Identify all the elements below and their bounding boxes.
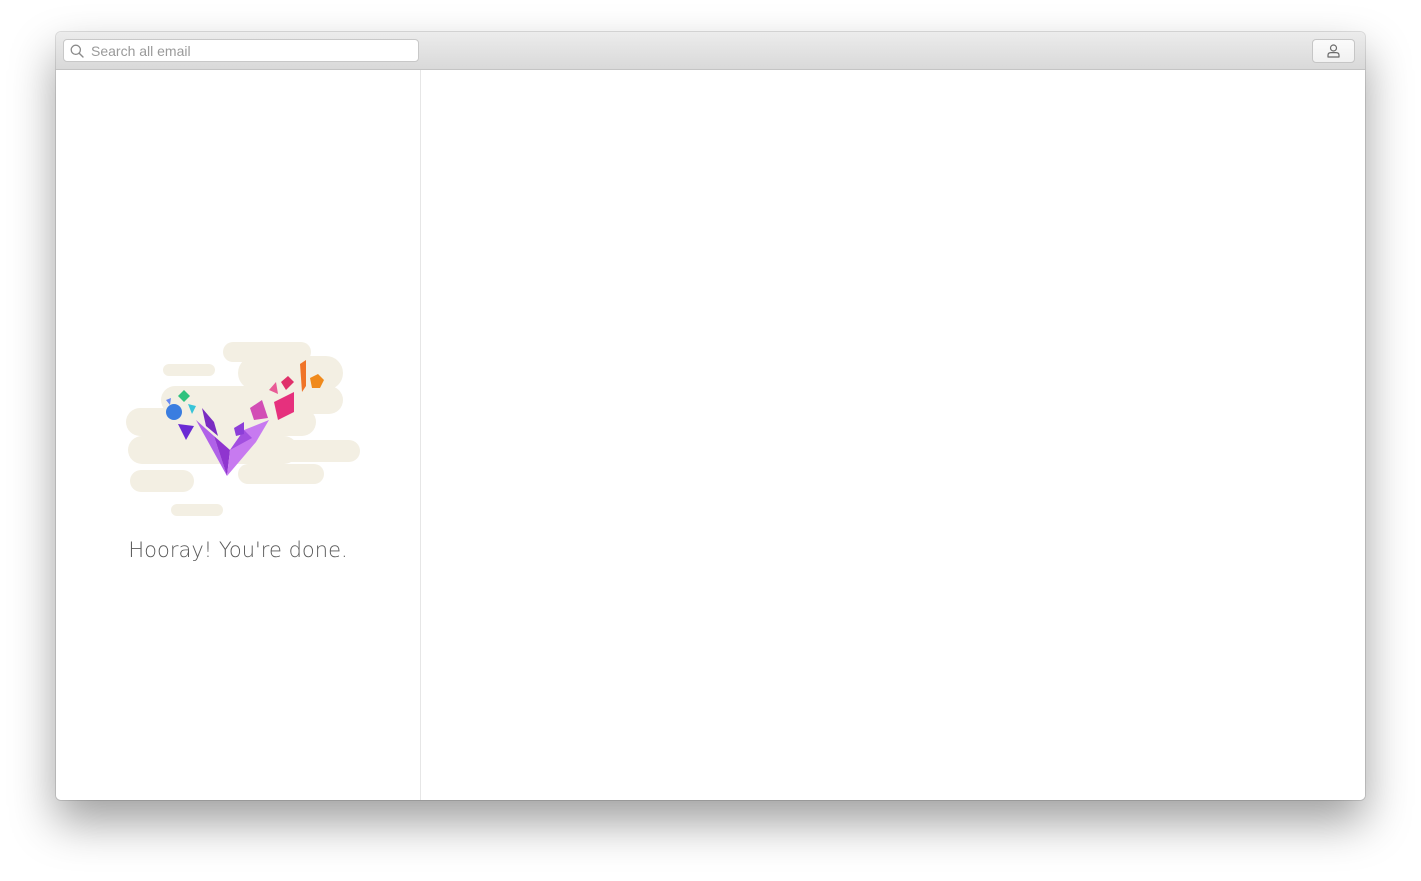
search-box[interactable]: [63, 39, 419, 62]
search-icon: [70, 44, 84, 58]
empty-state-message: Hooray! You're done.: [128, 538, 348, 562]
message-list-pane: Hooray! You're done.: [56, 70, 421, 800]
user-icon: [1327, 44, 1340, 58]
app-window: Hooray! You're done.: [56, 32, 1365, 800]
search-input[interactable]: [91, 41, 411, 60]
message-detail-pane: [421, 70, 1365, 800]
gem-checkmark-illustration: [126, 342, 360, 516]
toolbar: [56, 32, 1365, 70]
account-button[interactable]: [1312, 39, 1355, 63]
